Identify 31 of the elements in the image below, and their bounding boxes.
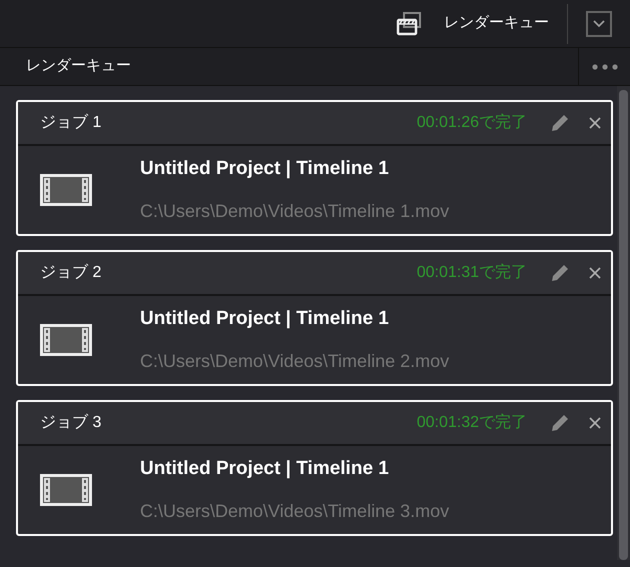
- job-status: 00:01:26で完了: [416, 112, 527, 133]
- job-title: Untitled Project | Timeline 1: [140, 457, 390, 482]
- file-path: C:\Users\Demo\Videos\Timeline 1.mov: [140, 200, 450, 223]
- dropdown-button[interactable]: [586, 10, 612, 36]
- film-icon: [40, 174, 92, 206]
- more-icon[interactable]: [592, 64, 618, 70]
- job-status: 00:01:32で完了: [416, 412, 527, 433]
- job-card[interactable]: ジョブ 2 00:01:31で完了 Untitled Project | Timeline 1 C:\Users\Demo\Videos\Timeline 2.mov: [16, 250, 613, 386]
- job-status: 00:01:31で完了: [416, 262, 527, 283]
- job-title: Untitled Project | Timeline 1: [140, 157, 390, 182]
- job-name: ジョブ 1: [40, 112, 102, 133]
- scrollbar[interactable]: [619, 90, 628, 560]
- chevron-down-icon: [593, 20, 605, 28]
- toolbar-title[interactable]: レンダーキュー: [444, 12, 549, 35]
- job-card[interactable]: ジョブ 3 00:01:32で完了 Untitled Project | Timeline 1 C:\Users\Demo\Videos\Timeline 3.mov: [16, 400, 613, 536]
- job-title: Untitled Project | Timeline 1: [140, 307, 390, 332]
- film-icon: [40, 324, 92, 356]
- file-path: C:\Users\Demo\Videos\Timeline 2.mov: [140, 350, 450, 373]
- close-icon[interactable]: [589, 117, 601, 129]
- pencil-icon[interactable]: [549, 412, 571, 434]
- job-name: ジョブ 3: [40, 412, 102, 433]
- job-card[interactable]: ジョブ 1 00:01:26で完了 Untitled Project | Timeline 1 C:\Users\Demo\Videos\Timeline 1.mov: [16, 100, 613, 236]
- file-path: C:\Users\Demo\Videos\Timeline 3.mov: [140, 500, 450, 523]
- job-name: ジョブ 2: [40, 262, 102, 283]
- close-icon[interactable]: [589, 267, 601, 279]
- film-icon: [40, 474, 92, 506]
- panel-title: レンダーキュー: [25, 56, 132, 76]
- pencil-icon[interactable]: [549, 262, 571, 284]
- clapperboard-icon[interactable]: [396, 12, 422, 36]
- pencil-icon[interactable]: [549, 112, 571, 134]
- close-icon[interactable]: [589, 417, 601, 429]
